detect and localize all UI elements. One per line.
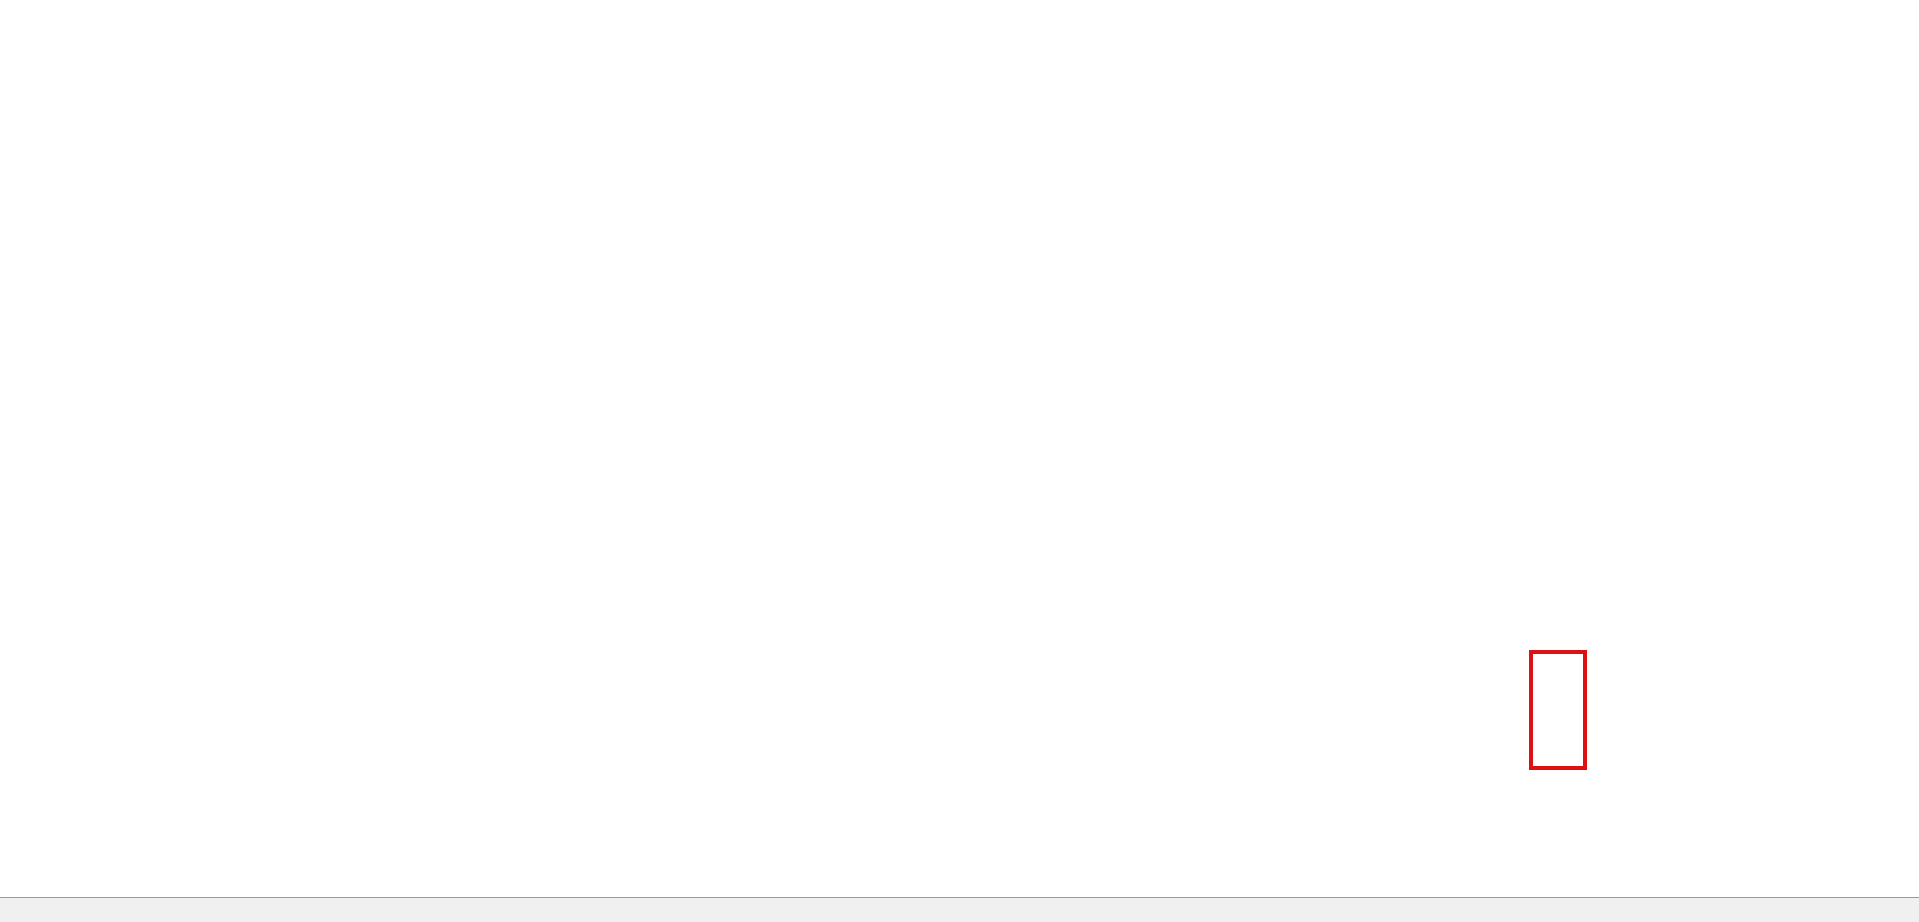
trading-terminal-window <box>0 0 1919 922</box>
chart-canvas[interactable] <box>0 0 1919 922</box>
volume-highlight-box[interactable] <box>1529 650 1587 770</box>
symbol-tab-bar <box>0 897 1919 922</box>
chart-title <box>8 5 22 19</box>
